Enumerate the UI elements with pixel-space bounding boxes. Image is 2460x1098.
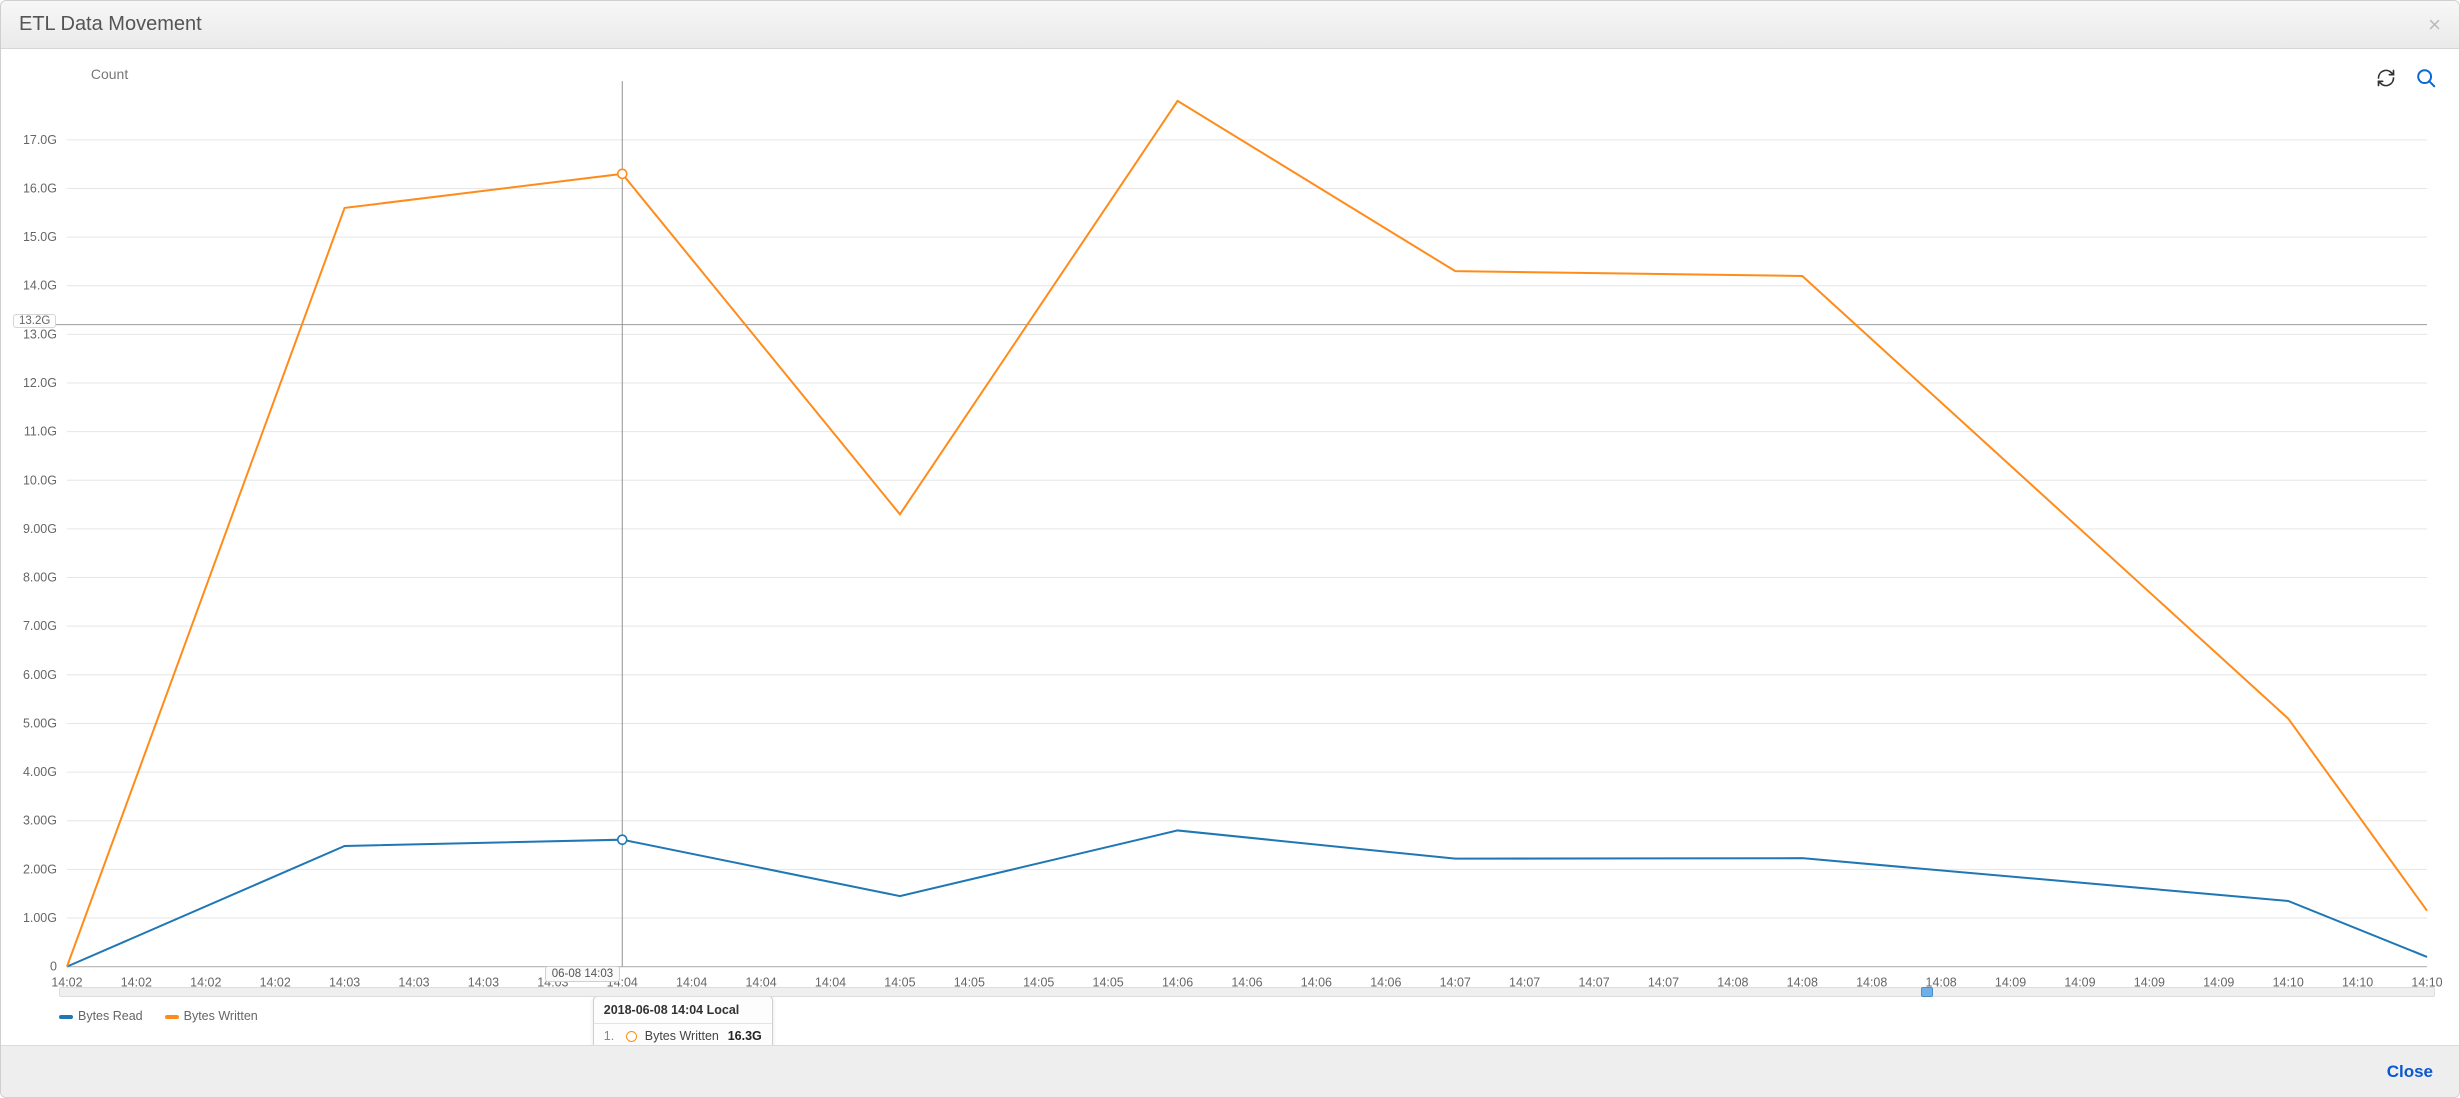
modal-header: ETL Data Movement ×: [1, 1, 2459, 49]
chart-area[interactable]: 0 1.00G 2.00G 3.00G 4.00G 5.00G 6.00G 7.00G 8.00…: [9, 61, 2451, 1027]
svg-text:9.00G: 9.00G: [23, 522, 57, 536]
svg-text:8.00G: 8.00G: [23, 571, 57, 585]
legend-item-written[interactable]: Bytes Written: [165, 1009, 258, 1023]
range-thumb[interactable]: [1921, 987, 1933, 997]
close-button[interactable]: Close: [2387, 1062, 2433, 1082]
svg-text:0: 0: [50, 960, 57, 974]
modal-title: ETL Data Movement: [19, 13, 2428, 36]
svg-text:6.00G: 6.00G: [23, 668, 57, 682]
svg-text:17.0G: 17.0G: [23, 133, 57, 147]
legend-item-read[interactable]: Bytes Read: [59, 1009, 143, 1023]
svg-text:3.00G: 3.00G: [23, 814, 57, 828]
guide-value-badge: 13.2G: [13, 314, 56, 328]
svg-text:16.0G: 16.0G: [23, 181, 57, 195]
tooltip-header: 2018-06-08 14:04 Local: [594, 997, 772, 1024]
svg-text:Count: Count: [91, 66, 128, 82]
svg-text:10.0G: 10.0G: [23, 473, 57, 487]
svg-text:15.0G: 15.0G: [23, 230, 57, 244]
svg-text:4.00G: 4.00G: [23, 765, 57, 779]
svg-text:2.00G: 2.00G: [23, 862, 57, 876]
close-icon[interactable]: ×: [2428, 12, 2441, 38]
chart-legend: Bytes Read Bytes Written: [59, 1009, 258, 1023]
svg-text:14.0G: 14.0G: [23, 279, 57, 293]
svg-text:5.00G: 5.00G: [23, 716, 57, 730]
modal-dialog: ETL Data Movement × 0 1.00G 2.00G 3.00G 4.00…: [0, 0, 2460, 1098]
time-range-slider[interactable]: [59, 987, 2435, 997]
series-ring-icon: [626, 1031, 637, 1042]
cursor-time-badge: 06-08 14:03: [545, 966, 620, 982]
svg-text:11.0G: 11.0G: [24, 425, 57, 439]
svg-text:1.00G: 1.00G: [23, 911, 57, 925]
svg-text:7.00G: 7.00G: [23, 619, 57, 633]
svg-text:13.0G: 13.0G: [23, 327, 57, 341]
line-chart[interactable]: 0 1.00G 2.00G 3.00G 4.00G 5.00G 6.00G 7.00G 8.00…: [9, 61, 2451, 1027]
svg-text:12.0G: 12.0G: [23, 376, 57, 390]
modal-footer: Close: [1, 1045, 2459, 1097]
